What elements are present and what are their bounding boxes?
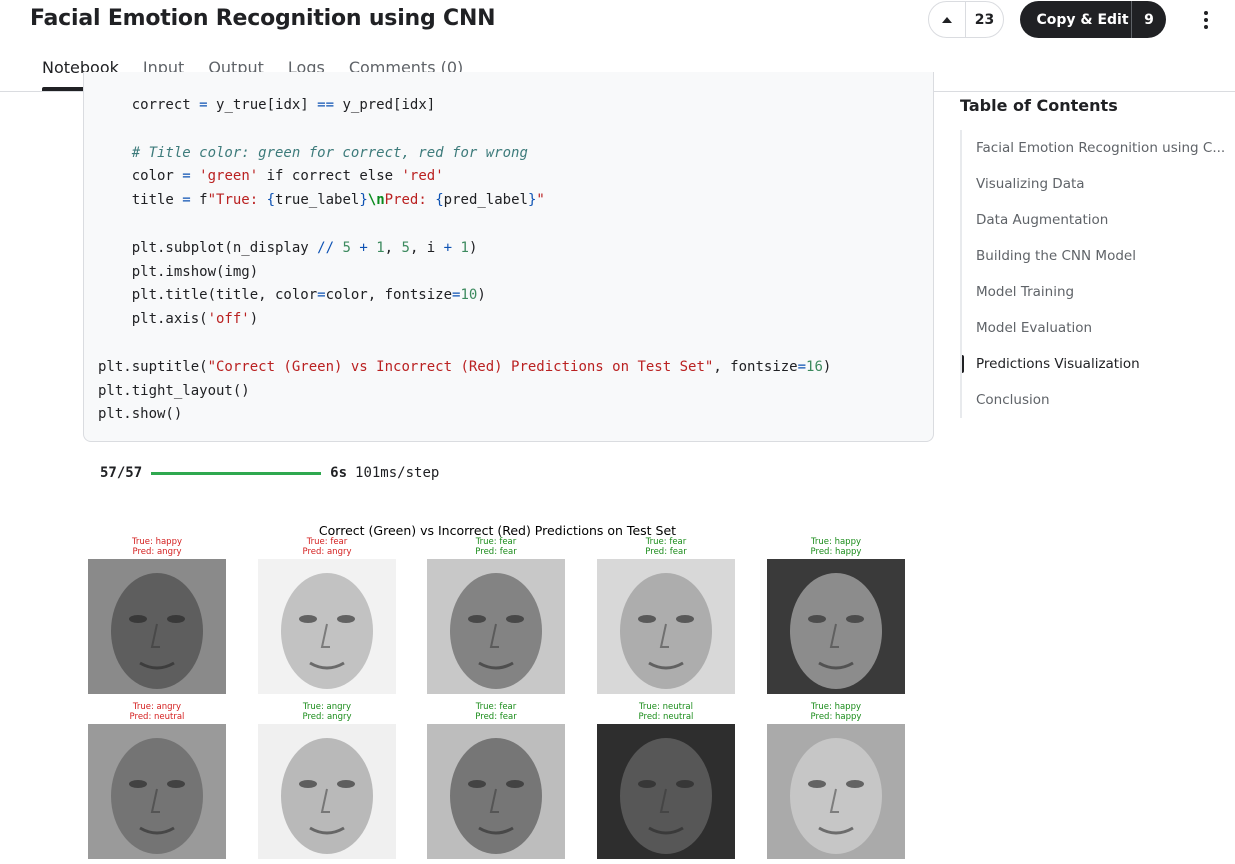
prediction-panel: True: fear Pred: fear [427, 537, 565, 694]
toc-item[interactable]: Conclusion [962, 382, 1225, 418]
face-image [88, 559, 226, 694]
pred-label: Pred: angry [302, 712, 352, 722]
face-image [258, 724, 396, 859]
pred-label: Pred: neutral [638, 712, 694, 722]
pred-label: Pred: fear [645, 547, 687, 557]
face-image [767, 559, 905, 694]
code-line: plt.show() [98, 406, 183, 423]
code-line: title = f"True: {true_label}\nPred: {pre… [98, 192, 545, 209]
table-of-contents: Table of Contents Facial Emotion Recogni… [960, 96, 1225, 418]
prediction-panel: True: fear Pred: fear [427, 702, 565, 859]
predictions-figure: Correct (Green) vs Incorrect (Red) Predi… [85, 520, 910, 864]
progress-count: 57/57 [100, 465, 143, 481]
pred-label: Pred: neutral [129, 712, 185, 722]
prediction-progress: 57/57 6s 101ms/step [100, 465, 439, 481]
upvote-group: 23 [928, 1, 1004, 38]
code-line: plt.subplot(n_display // 5 + 1, 5, i + 1… [98, 239, 478, 256]
code-line: plt.tight_layout() [98, 382, 250, 399]
true-label: True: neutral [638, 702, 694, 712]
code-line: plt.title(title, color=color, fontsize=1… [98, 287, 486, 304]
page-title: Facial Emotion Recognition using CNN [30, 6, 496, 31]
code-line: # Title color: green for correct, red fo… [131, 144, 528, 161]
toc-list: Facial Emotion Recognition using C... Vis… [960, 130, 1225, 418]
true-label: True: fear [306, 537, 348, 547]
toc-item[interactable]: Visualizing Data [962, 166, 1225, 202]
true-label: True: angry [302, 702, 352, 712]
toc-item[interactable]: Model Evaluation [962, 310, 1225, 346]
prediction-panel: True: fear Pred: angry [258, 537, 396, 694]
figure-title: Correct (Green) vs Incorrect (Red) Predi… [318, 523, 677, 538]
prediction-panel: True: angry Pred: angry [258, 702, 396, 859]
face-image [597, 559, 735, 694]
code-block: correct = y_true[idx] == y_pred[idx] # T… [98, 94, 831, 427]
pred-label: Pred: happy [810, 547, 862, 557]
toc-item[interactable]: Facial Emotion Recognition using C... [962, 130, 1225, 166]
prediction-panel: True: happy Pred: happy [767, 537, 905, 694]
true-label: True: fear [645, 537, 687, 547]
true-label: True: happy [810, 702, 862, 712]
code-line: correct = y_true[idx] == y_pred[idx] [98, 97, 436, 113]
code-cell[interactable]: correct = y_true[idx] == y_pred[idx] # T… [83, 72, 934, 442]
prediction-panel: True: neutral Pred: neutral [597, 702, 735, 859]
prediction-panel: True: angry Pred: neutral [88, 702, 226, 859]
toc-item[interactable]: Predictions Visualization [962, 346, 1225, 382]
true-label: True: fear [475, 702, 517, 712]
pred-label: Pred: fear [475, 712, 517, 722]
true-label: True: fear [475, 537, 517, 547]
copy-edit-count: 9 [1131, 1, 1166, 38]
pred-label: Pred: angry [302, 547, 352, 557]
code-line: plt.suptitle("Correct (Green) vs Incorre… [98, 358, 832, 375]
toc-item[interactable]: Building the CNN Model [962, 238, 1225, 274]
more-options-icon[interactable] [1196, 8, 1216, 32]
progress-step-time: 101ms/step [355, 465, 440, 481]
progress-fill [151, 471, 322, 475]
true-label: True: angry [132, 702, 182, 712]
prediction-panel: True: fear Pred: fear [597, 537, 735, 694]
code-line: plt.imshow(img) [98, 263, 259, 280]
pred-label: Pred: fear [475, 547, 517, 557]
code-line: plt.axis('off') [98, 311, 259, 328]
upvote-button[interactable] [929, 2, 966, 37]
prediction-panel: True: happy Pred: angry [88, 537, 226, 694]
true-label: True: happy [810, 537, 862, 547]
pred-label: Pred: angry [132, 547, 182, 557]
upvote-count: 23 [974, 11, 995, 28]
code-line: color = 'green' if correct else 'red' [98, 168, 444, 185]
toc-item[interactable]: Model Training [962, 274, 1225, 310]
prediction-panel: True: happy Pred: happy [767, 702, 905, 859]
progress-bar [151, 471, 322, 475]
copy-edit-label: Copy & Edit [1036, 11, 1129, 28]
copy-edit-button[interactable]: Copy & Edit 9 [1020, 1, 1166, 38]
face-image [427, 559, 565, 694]
face-image [258, 559, 396, 694]
face-image [597, 724, 735, 859]
progress-elapsed: 6s [330, 465, 348, 481]
triangle-up-icon [942, 16, 952, 23]
toc-title: Table of Contents [960, 96, 1118, 115]
toc-item[interactable]: Data Augmentation [962, 202, 1225, 238]
face-image [767, 724, 905, 859]
face-image [88, 724, 226, 859]
pred-label: Pred: happy [810, 712, 862, 722]
face-image [427, 724, 565, 859]
true-label: True: happy [131, 537, 183, 547]
